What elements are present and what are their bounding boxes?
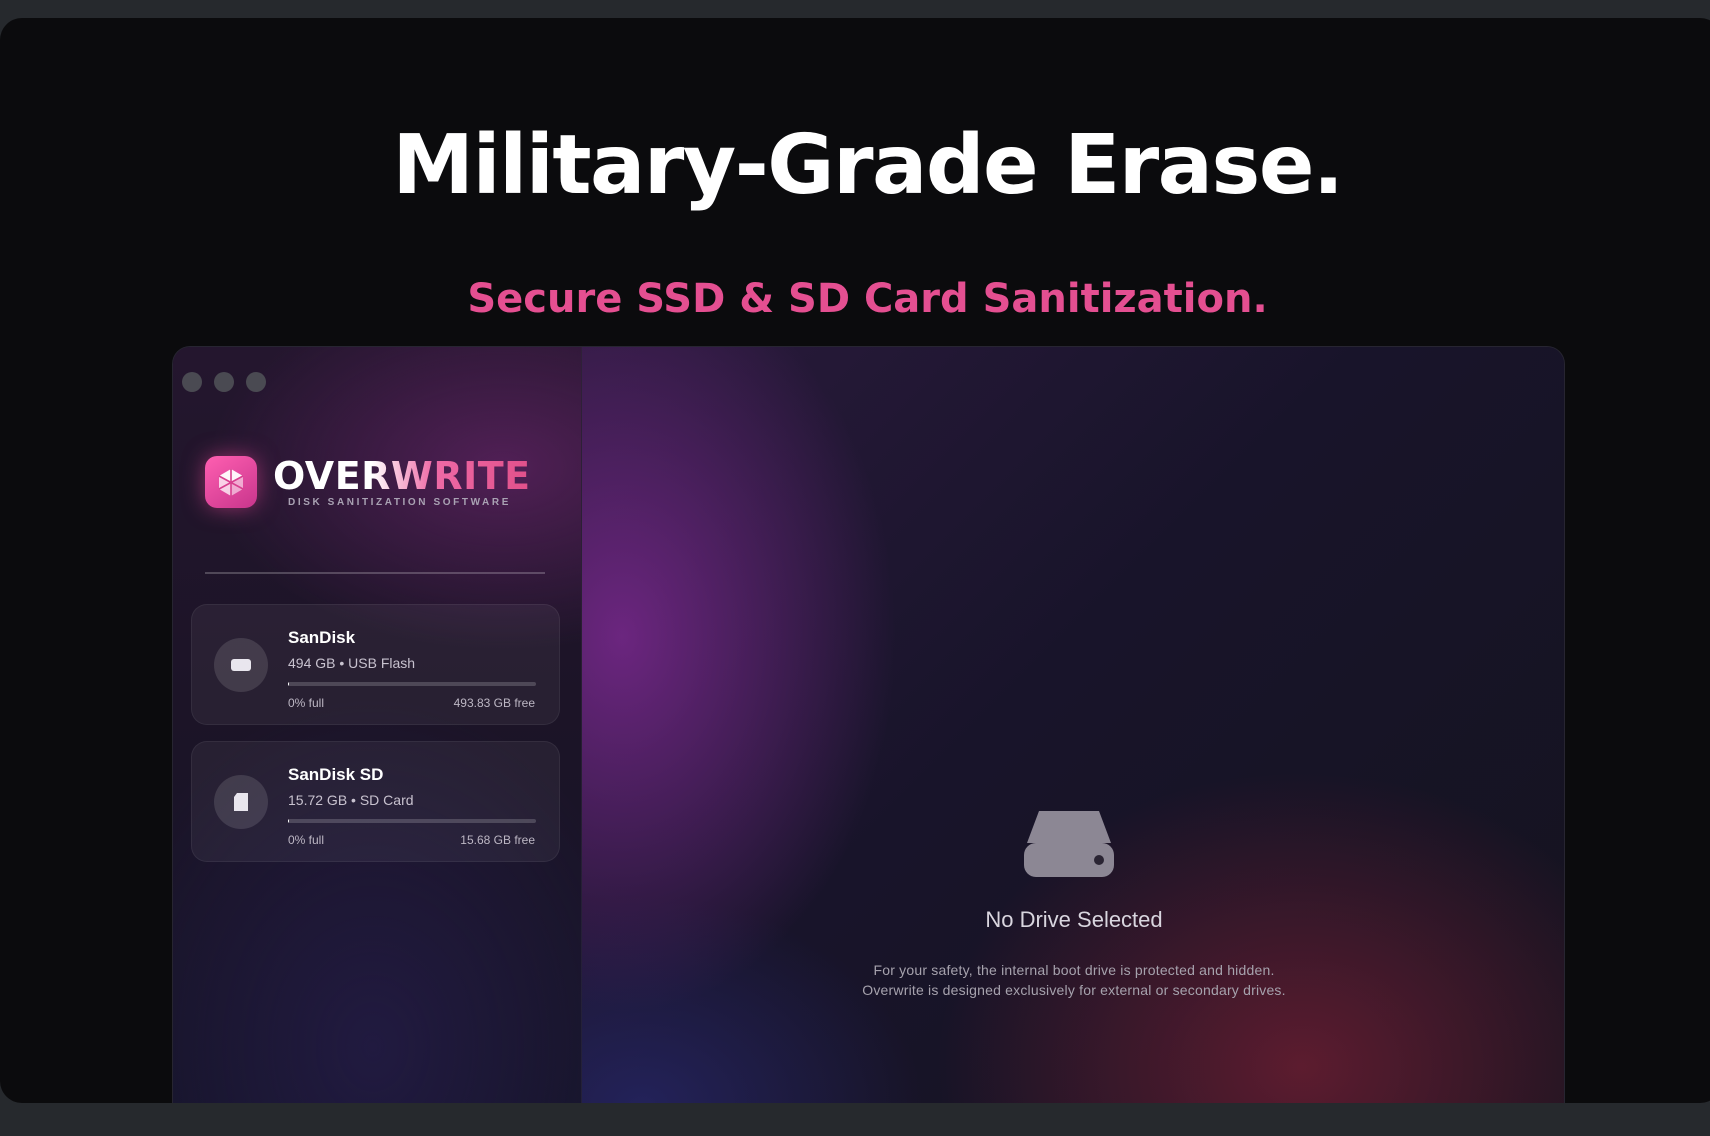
drive-usage-bar	[288, 819, 536, 823]
empty-state-title: No Drive Selected	[985, 907, 1163, 932]
drive-usage-fill	[288, 682, 289, 686]
drive-card-sandisk-sd[interactable]: SanDisk SD 15.72 GB • SD Card 0% full 15…	[191, 741, 560, 862]
drive-meta: 15.72 GB • SD Card	[288, 792, 414, 808]
drive-usage-bar	[288, 682, 536, 686]
hard-drive-icon	[1021, 807, 1117, 884]
drive-full-label: 0% full	[288, 696, 325, 710]
drive-card-sandisk[interactable]: SanDisk 494 GB • USB Flash 0% full 493.8…	[191, 604, 560, 725]
sidebar-divider	[205, 572, 545, 574]
empty-state-line-1: For your safety, the internal boot drive…	[873, 962, 1275, 978]
empty-state-description: For your safety, the internal boot drive…	[582, 960, 1564, 1000]
promo-stage: Military-Grade Erase. Secure SSD & SD Ca…	[0, 18, 1710, 1103]
drive-meta: 494 GB • USB Flash	[288, 655, 416, 671]
close-window-button[interactable]	[182, 372, 202, 392]
sd-card-icon	[214, 775, 268, 829]
usb-drive-icon	[214, 638, 268, 692]
brand: OVERWRITE DISK SANITIZATION SOFTWARE	[205, 456, 530, 508]
window-controls	[182, 372, 266, 392]
drive-usage-fill	[288, 819, 290, 823]
hero-subtitle: Secure SSD & SD Card Sanitization.	[467, 276, 1268, 322]
sidebar: OVERWRITE DISK SANITIZATION SOFTWARE San…	[173, 347, 582, 1103]
drive-full-label: 0% full	[288, 833, 325, 847]
main-panel: No Drive Selected For your safety, the i…	[582, 347, 1564, 1103]
app-window: OVERWRITE DISK SANITIZATION SOFTWARE San…	[172, 346, 1565, 1103]
empty-state-line-2: Overwrite is designed exclusively for ex…	[862, 982, 1286, 998]
brand-text: OVERWRITE DISK SANITIZATION SOFTWARE	[273, 456, 530, 508]
zoom-window-button[interactable]	[246, 372, 266, 392]
drive-name: SanDisk SD	[288, 765, 384, 784]
brand-name: OVERWRITE	[273, 454, 531, 498]
drive-name: SanDisk	[288, 628, 356, 647]
hero-title: Military-Grade Erase.	[392, 118, 1344, 213]
minimize-window-button[interactable]	[214, 372, 234, 392]
brand-tagline: DISK SANITIZATION SOFTWARE	[288, 497, 511, 508]
drive-free-label: 493.83 GB free	[453, 696, 535, 710]
drive-free-label: 15.68 GB free	[460, 833, 535, 847]
cube-icon	[205, 456, 257, 508]
